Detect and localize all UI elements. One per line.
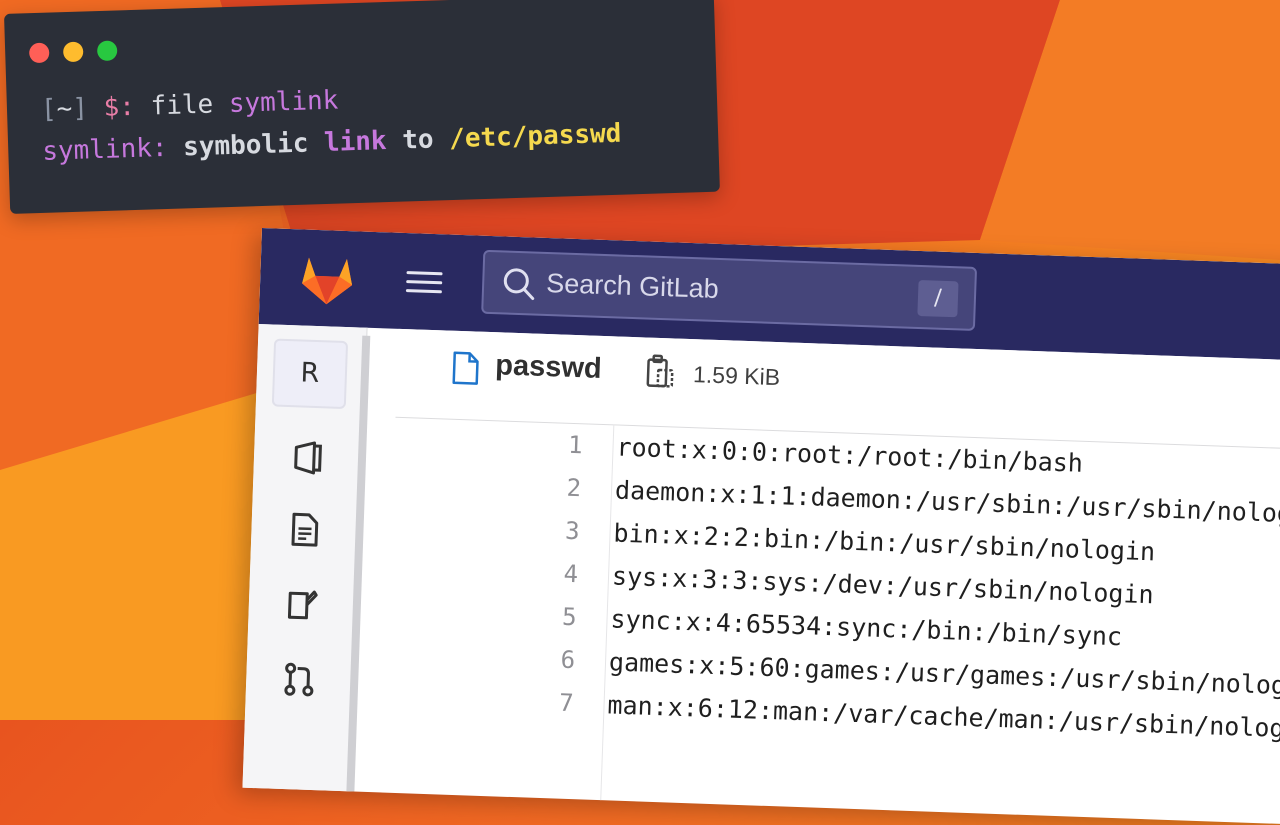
line-number[interactable]: 7 — [489, 686, 574, 717]
search-placeholder: Search GitLab — [546, 268, 720, 305]
terminal-command-line: [~] $: file symlink — [41, 86, 339, 125]
terminal-prompt: $: — [88, 91, 152, 123]
search-input[interactable]: Search GitLab / — [481, 250, 977, 331]
line-number[interactable]: 1 — [498, 428, 583, 459]
project-overview-icon[interactable] — [289, 439, 324, 476]
line-number[interactable]: 2 — [497, 471, 582, 502]
file-name: passwd — [495, 349, 602, 386]
gitlab-window: Search GitLab / R — [242, 228, 1280, 825]
issues-icon[interactable] — [284, 585, 319, 622]
menu-icon[interactable] — [406, 271, 443, 294]
minimize-window-button[interactable] — [63, 42, 84, 63]
gitlab-logo-icon[interactable] — [297, 251, 357, 307]
repository-icon[interactable] — [287, 511, 322, 548]
window-controls — [29, 40, 118, 63]
symlink-target: /etc/passwd — [449, 119, 622, 154]
terminal-command: file — [150, 89, 229, 121]
line-number[interactable]: 4 — [494, 557, 579, 588]
file-icon — [451, 351, 480, 386]
terminal-argument: symlink — [228, 86, 338, 119]
terminal-window: [~] $: file symlink symlink: symbolic li… — [4, 0, 720, 214]
merge-requests-icon[interactable] — [282, 661, 317, 698]
search-shortcut-badge: / — [917, 280, 958, 317]
file-viewer: passwd 1.59 KiB 1 root:x:0:0:root:/root:… — [382, 329, 1280, 825]
copy-path-icon[interactable] — [645, 353, 676, 390]
close-window-button[interactable] — [29, 43, 50, 64]
search-icon — [502, 266, 537, 301]
file-size: 1.59 KiB — [693, 361, 781, 391]
line-number[interactable]: 6 — [491, 643, 576, 674]
line-number[interactable]: 5 — [492, 600, 577, 631]
project-avatar[interactable]: R — [272, 338, 348, 409]
terminal-output-line: symlink: symbolic link to /etc/passwd — [42, 119, 622, 167]
line-number[interactable]: 3 — [495, 514, 580, 545]
maximize-window-button[interactable] — [97, 40, 118, 61]
